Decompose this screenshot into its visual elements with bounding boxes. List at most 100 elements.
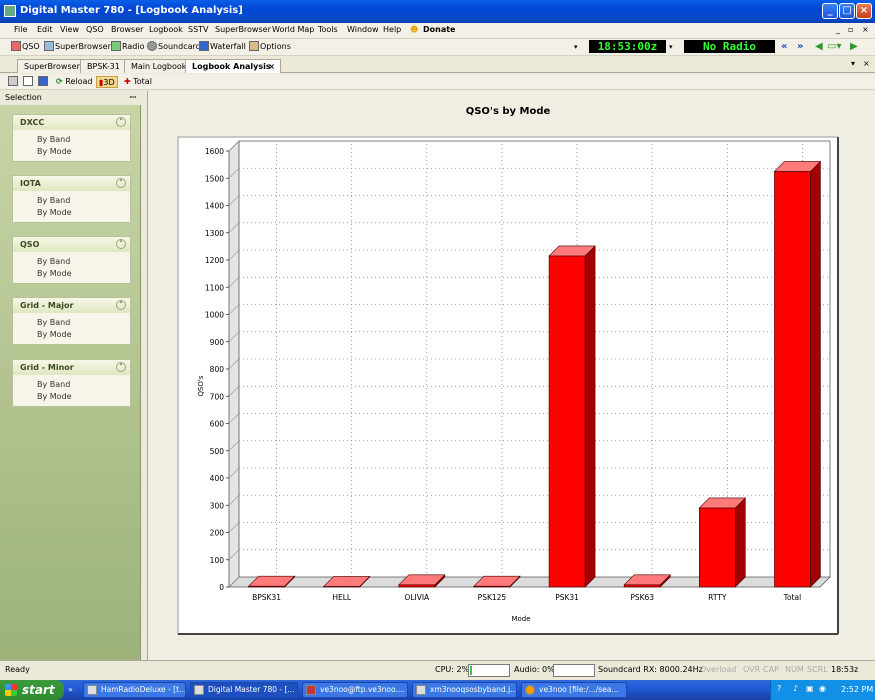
bar [699, 507, 736, 588]
tab-logbook-analysis-label: Logbook Analysis [192, 62, 271, 71]
start-button[interactable]: start [0, 680, 64, 700]
maximize-button[interactable]: □ [839, 3, 855, 19]
3d-toggle-button[interactable]: ▮3D [96, 76, 118, 88]
menu-sstv[interactable]: SSTV [188, 25, 209, 34]
forward-arrow-icon[interactable]: ▶ [850, 41, 858, 52]
help-icon[interactable]: ? [777, 684, 781, 693]
soundcard-button[interactable]: Soundcard [147, 41, 201, 53]
panel-header[interactable]: Grid - Major ˄ [13, 298, 130, 313]
menu-donate[interactable]: Donate [423, 25, 455, 34]
x-axis-label: Mode [511, 615, 530, 623]
bar-side [584, 245, 596, 588]
menu-browser[interactable]: Browser [111, 25, 143, 34]
menu-help[interactable]: Help [383, 25, 401, 34]
save-button[interactable] [38, 76, 49, 88]
collapse-chevron-icon[interactable]: ˄ [116, 117, 126, 127]
reload-button[interactable]: ⟳ Reload [56, 76, 92, 88]
browser-icon [525, 685, 535, 695]
y-tick-label: 1300 [205, 229, 224, 238]
link-by-mode[interactable]: By Mode [13, 329, 130, 341]
tab-superbrowser[interactable]: SuperBrowser [17, 59, 87, 73]
window-title: Digital Master 780 - [Logbook Analysis] [20, 5, 243, 16]
folder-icon[interactable]: ▭▾ [827, 41, 841, 52]
link-by-mode[interactable]: By Mode [13, 146, 130, 158]
donate-icon[interactable]: ☻ [410, 25, 418, 34]
link-by-band[interactable]: By Band [13, 379, 130, 391]
collapse-chevron-icon[interactable]: ˄ [116, 178, 126, 188]
bar [398, 584, 436, 588]
mdi-minimize-icon[interactable]: _ [836, 25, 840, 34]
collapse-chevron-icon[interactable]: ˄ [116, 362, 126, 372]
menu-qso[interactable]: QSO [86, 25, 104, 34]
rewind-icon[interactable]: « [781, 41, 787, 52]
y-tick-label: 500 [210, 447, 225, 456]
network-icon[interactable]: ▣ [806, 684, 814, 693]
taskbar-button-browser[interactable]: ve3noo [file:/.../sea... [521, 682, 627, 698]
radio-button[interactable]: Radio [111, 41, 144, 53]
panel-header[interactable]: Grid - Minor ˄ [13, 360, 130, 375]
link-by-band[interactable]: By Band [13, 256, 130, 268]
collapse-chevron-icon[interactable]: ˄ [116, 300, 126, 310]
sidebar-header: Selection ꟷ [0, 91, 141, 105]
windows-logo-icon [5, 684, 17, 696]
mdi-restore-icon[interactable]: ▫ [848, 25, 853, 34]
app-icon [194, 685, 204, 695]
tab-close-icon[interactable]: × [268, 60, 275, 73]
radio-status-display: No Radio [684, 40, 775, 53]
x-tick-label: PSK63 [630, 593, 654, 602]
tray-app-icon[interactable]: ◉ [819, 684, 826, 693]
app-icon [87, 685, 97, 695]
print-button[interactable] [8, 76, 19, 88]
print-preview-button[interactable] [23, 76, 34, 88]
menu-tools[interactable]: Tools [318, 25, 338, 34]
panel-header[interactable]: DXCC ˄ [13, 115, 130, 130]
link-by-band[interactable]: By Band [13, 195, 130, 207]
menu-window[interactable]: Window [347, 25, 379, 34]
selection-sidebar: Selection ꟷ DXCC ˄ By Band By Mode IOTA ˄ … [0, 91, 141, 660]
link-by-mode[interactable]: By Mode [13, 391, 130, 403]
mdi-close-icon[interactable]: × [862, 25, 869, 34]
qso-button[interactable]: QSO [11, 41, 40, 53]
panel-header[interactable]: IOTA ˄ [13, 176, 130, 191]
tab-logbook-analysis[interactable]: Logbook Analysis × [185, 59, 281, 73]
menu-superbrowser[interactable]: SuperBrowser [215, 25, 271, 34]
y-tick-label: 1500 [205, 174, 224, 183]
pin-icon[interactable]: ꟷ [129, 91, 136, 105]
link-by-band[interactable]: By Band [13, 317, 130, 329]
options-button[interactable]: Options [249, 41, 291, 53]
menu-view[interactable]: View [60, 25, 79, 34]
menu-logbook[interactable]: Logbook [149, 25, 183, 34]
link-by-mode[interactable]: By Mode [13, 207, 130, 219]
total-toggle-button[interactable]: ✚ Total [124, 76, 152, 88]
taskbar-button-image[interactable]: xm3nooqsosbyband.j... [412, 682, 517, 698]
x-tick-label: BPSK31 [252, 593, 281, 602]
menu-world-map[interactable]: World Map [272, 25, 314, 34]
close-button[interactable]: × [856, 3, 872, 19]
tab-bpsk-31[interactable]: BPSK-31 [80, 59, 127, 73]
status-num: NUM [785, 665, 804, 674]
taskbar-button-hamradiodeluxe[interactable]: HamRadioDeluxe - [t... [83, 682, 186, 698]
analysis-toolbar: ⟳ Reload ▮3D ✚ Total [0, 74, 875, 90]
menu-file[interactable]: File [14, 25, 27, 34]
waterfall-button[interactable]: Waterfall [199, 41, 246, 53]
taskbar-button-digital-master[interactable]: Digital Master 780 - [... [190, 682, 298, 698]
tray-icon[interactable]: ♪ [793, 684, 798, 693]
taskbar-button-ftp[interactable]: ve3noo@ftp.ve3noo.... [302, 682, 408, 698]
tab-main-logbook[interactable]: Main Logbook [124, 59, 194, 73]
minimize-button[interactable]: _ [822, 3, 838, 19]
tab-close-all-icon[interactable]: × [863, 59, 870, 68]
back-arrow-icon[interactable]: ◀ [815, 41, 823, 52]
title-bar[interactable]: Digital Master 780 - [Logbook Analysis] … [0, 0, 875, 23]
fast-forward-icon[interactable]: » [797, 41, 803, 52]
quick-launch-icon[interactable]: » [68, 685, 73, 694]
tab-list-icon[interactable]: ▾ [851, 59, 855, 68]
link-by-band[interactable]: By Band [13, 134, 130, 146]
superbrowser-button[interactable]: SuperBrowser [44, 41, 111, 53]
menu-edit[interactable]: Edit [37, 25, 53, 34]
link-by-mode[interactable]: By Mode [13, 268, 130, 280]
x-tick-label: PSK31 [555, 593, 579, 602]
filezilla-icon [306, 685, 316, 695]
collapse-chevron-icon[interactable]: ˄ [116, 239, 126, 249]
y-axis-label: QSO's [197, 375, 205, 396]
panel-header[interactable]: QSO ˄ [13, 237, 130, 252]
